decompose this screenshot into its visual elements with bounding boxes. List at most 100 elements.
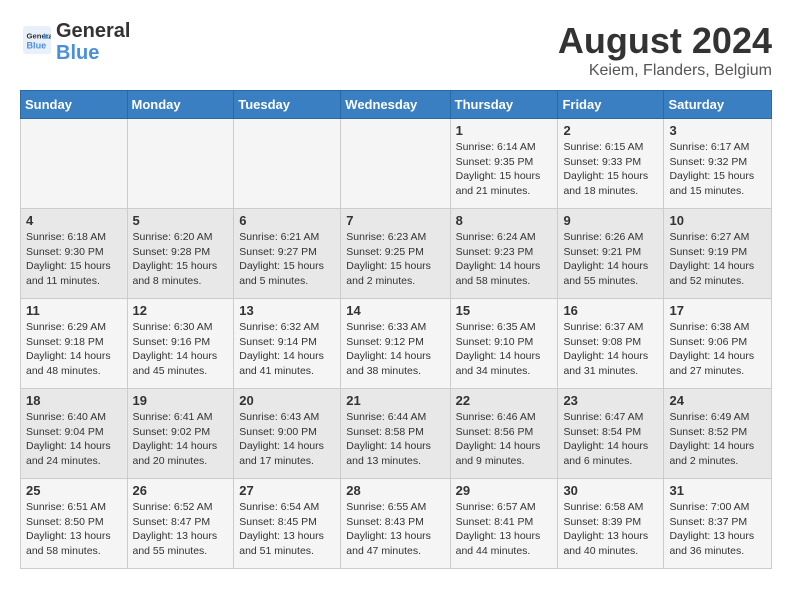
day-number: 1	[456, 123, 553, 138]
day-info: Sunrise: 6:20 AM Sunset: 9:28 PM Dayligh…	[133, 230, 229, 289]
day-info: Sunrise: 6:44 AM Sunset: 8:58 PM Dayligh…	[346, 410, 444, 469]
logo-icon: General Blue	[23, 26, 51, 54]
day-number: 3	[669, 123, 766, 138]
calendar-cell: 14 Sunrise: 6:33 AM Sunset: 9:12 PM Dayli…	[341, 299, 450, 389]
day-info: Sunrise: 6:49 AM Sunset: 8:52 PM Dayligh…	[669, 410, 766, 469]
day-info: Sunrise: 6:41 AM Sunset: 9:02 PM Dayligh…	[133, 410, 229, 469]
logo: General Blue General Blue	[20, 20, 130, 64]
calendar-cell: 4 Sunrise: 6:18 AM Sunset: 9:30 PM Daylig…	[21, 209, 128, 299]
calendar-cell: 7Sunrise: 6:23 AM Sunset: 9:25 PM Daylig…	[341, 209, 450, 299]
calendar-cell: 29Sunrise: 6:57 AM Sunset: 8:41 PM Dayli…	[450, 479, 558, 569]
day-info: Sunrise: 6:37 AM Sunset: 9:08 PM Dayligh…	[563, 320, 658, 379]
day-info: Sunrise: 6:33 AM Sunset: 9:12 PM Dayligh…	[346, 320, 444, 379]
day-info: Sunrise: 6:57 AM Sunset: 8:41 PM Dayligh…	[456, 500, 553, 559]
day-number: 18	[26, 393, 122, 408]
page-title: August 2024	[558, 20, 772, 62]
svg-text:Blue: Blue	[27, 40, 47, 50]
day-info: Sunrise: 6:21 AM Sunset: 9:27 PM Dayligh…	[239, 230, 335, 289]
weekday-header: Friday	[558, 91, 664, 119]
day-info: Sunrise: 6:24 AM Sunset: 9:23 PM Dayligh…	[456, 230, 553, 289]
day-info: Sunrise: 7:00 AM Sunset: 8:37 PM Dayligh…	[669, 500, 766, 559]
calendar-cell	[21, 119, 128, 209]
calendar-cell: 6 Sunrise: 6:21 AM Sunset: 9:27 PM Daylig…	[234, 209, 341, 299]
page-subtitle: Keiem, Flanders, Belgium	[558, 62, 772, 80]
day-number: 11	[26, 303, 122, 318]
day-info: Sunrise: 6:23 AM Sunset: 9:25 PM Dayligh…	[346, 230, 444, 289]
calendar-cell: 5 Sunrise: 6:20 AM Sunset: 9:28 PM Daylig…	[127, 209, 234, 299]
calendar-cell: 21 Sunrise: 6:44 AM Sunset: 8:58 PM Dayli…	[341, 389, 450, 479]
day-number: 12	[133, 303, 229, 318]
day-info: Sunrise: 6:17 AM Sunset: 9:32 PM Dayligh…	[669, 140, 766, 199]
weekday-header: Wednesday	[341, 91, 450, 119]
day-info: Sunrise: 6:52 AM Sunset: 8:47 PM Dayligh…	[133, 500, 229, 559]
day-info: Sunrise: 6:58 AM Sunset: 8:39 PM Dayligh…	[563, 500, 658, 559]
weekday-header: Tuesday	[234, 91, 341, 119]
day-number: 27	[239, 483, 335, 498]
calendar-cell: 25 Sunrise: 6:51 AM Sunset: 8:50 PM Dayli…	[21, 479, 128, 569]
calendar-cell: 10 Sunrise: 6:27 AM Sunset: 9:19 PM Dayli…	[664, 209, 772, 299]
day-number: 5	[133, 213, 229, 228]
day-number: 6	[239, 213, 335, 228]
day-number: 25	[26, 483, 122, 498]
logo-line1: General	[56, 20, 130, 42]
calendar-cell: 17Sunrise: 6:38 AM Sunset: 9:06 PM Dayli…	[664, 299, 772, 389]
page-header: General Blue General Blue August 2024 Ke…	[20, 20, 772, 80]
calendar-cell	[341, 119, 450, 209]
day-info: Sunrise: 6:54 AM Sunset: 8:45 PM Dayligh…	[239, 500, 335, 559]
weekday-header: Sunday	[21, 91, 128, 119]
day-info: Sunrise: 6:40 AM Sunset: 9:04 PM Dayligh…	[26, 410, 122, 469]
logo-line2: Blue	[56, 42, 130, 64]
calendar-cell: 16Sunrise: 6:37 AM Sunset: 9:08 PM Dayli…	[558, 299, 664, 389]
day-number: 9	[563, 213, 658, 228]
weekday-header: Monday	[127, 91, 234, 119]
day-number: 30	[563, 483, 658, 498]
calendar-table: SundayMondayTuesdayWednesdayThursdayFrid…	[20, 90, 772, 569]
calendar-cell: 18 Sunrise: 6:40 AM Sunset: 9:04 PM Dayli…	[21, 389, 128, 479]
day-info: Sunrise: 6:30 AM Sunset: 9:16 PM Dayligh…	[133, 320, 229, 379]
day-number: 4	[26, 213, 122, 228]
calendar-cell: 30 Sunrise: 6:58 AM Sunset: 8:39 PM Dayli…	[558, 479, 664, 569]
calendar-cell: 22Sunrise: 6:46 AM Sunset: 8:56 PM Dayli…	[450, 389, 558, 479]
day-info: Sunrise: 6:27 AM Sunset: 9:19 PM Dayligh…	[669, 230, 766, 289]
calendar-cell: 15Sunrise: 6:35 AM Sunset: 9:10 PM Dayli…	[450, 299, 558, 389]
calendar-cell	[127, 119, 234, 209]
calendar-cell	[234, 119, 341, 209]
day-info: Sunrise: 6:15 AM Sunset: 9:33 PM Dayligh…	[563, 140, 658, 199]
day-number: 28	[346, 483, 444, 498]
calendar-cell: 20 Sunrise: 6:43 AM Sunset: 9:00 PM Dayli…	[234, 389, 341, 479]
day-number: 21	[346, 393, 444, 408]
day-number: 23	[563, 393, 658, 408]
day-number: 8	[456, 213, 553, 228]
day-info: Sunrise: 6:26 AM Sunset: 9:21 PM Dayligh…	[563, 230, 658, 289]
calendar-cell: 31 Sunrise: 7:00 AM Sunset: 8:37 PM Dayli…	[664, 479, 772, 569]
day-number: 15	[456, 303, 553, 318]
calendar-cell: 1 Sunrise: 6:14 AM Sunset: 9:35 PM Daylig…	[450, 119, 558, 209]
day-info: Sunrise: 6:38 AM Sunset: 9:06 PM Dayligh…	[669, 320, 766, 379]
calendar-cell: 23 Sunrise: 6:47 AM Sunset: 8:54 PM Dayli…	[558, 389, 664, 479]
day-number: 10	[669, 213, 766, 228]
day-info: Sunrise: 6:43 AM Sunset: 9:00 PM Dayligh…	[239, 410, 335, 469]
day-number: 14	[346, 303, 444, 318]
day-info: Sunrise: 6:14 AM Sunset: 9:35 PM Dayligh…	[456, 140, 553, 199]
day-number: 2	[563, 123, 658, 138]
calendar-cell: 3 Sunrise: 6:17 AM Sunset: 9:32 PM Daylig…	[664, 119, 772, 209]
day-number: 31	[669, 483, 766, 498]
calendar-cell: 19 Sunrise: 6:41 AM Sunset: 9:02 PM Dayli…	[127, 389, 234, 479]
day-info: Sunrise: 6:51 AM Sunset: 8:50 PM Dayligh…	[26, 500, 122, 559]
day-info: Sunrise: 6:18 AM Sunset: 9:30 PM Dayligh…	[26, 230, 122, 289]
title-block: August 2024 Keiem, Flanders, Belgium	[558, 20, 772, 80]
calendar-cell: 9 Sunrise: 6:26 AM Sunset: 9:21 PM Daylig…	[558, 209, 664, 299]
weekday-header: Saturday	[664, 91, 772, 119]
day-number: 20	[239, 393, 335, 408]
day-info: Sunrise: 6:47 AM Sunset: 8:54 PM Dayligh…	[563, 410, 658, 469]
calendar-cell: 24Sunrise: 6:49 AM Sunset: 8:52 PM Dayli…	[664, 389, 772, 479]
calendar-cell: 27 Sunrise: 6:54 AM Sunset: 8:45 PM Dayli…	[234, 479, 341, 569]
calendar-cell: 13Sunrise: 6:32 AM Sunset: 9:14 PM Dayli…	[234, 299, 341, 389]
calendar-cell: 28 Sunrise: 6:55 AM Sunset: 8:43 PM Dayli…	[341, 479, 450, 569]
day-number: 19	[133, 393, 229, 408]
calendar-cell: 12 Sunrise: 6:30 AM Sunset: 9:16 PM Dayli…	[127, 299, 234, 389]
day-info: Sunrise: 6:46 AM Sunset: 8:56 PM Dayligh…	[456, 410, 553, 469]
calendar-cell: 26Sunrise: 6:52 AM Sunset: 8:47 PM Dayli…	[127, 479, 234, 569]
calendar-cell: 11Sunrise: 6:29 AM Sunset: 9:18 PM Dayli…	[21, 299, 128, 389]
day-info: Sunrise: 6:55 AM Sunset: 8:43 PM Dayligh…	[346, 500, 444, 559]
